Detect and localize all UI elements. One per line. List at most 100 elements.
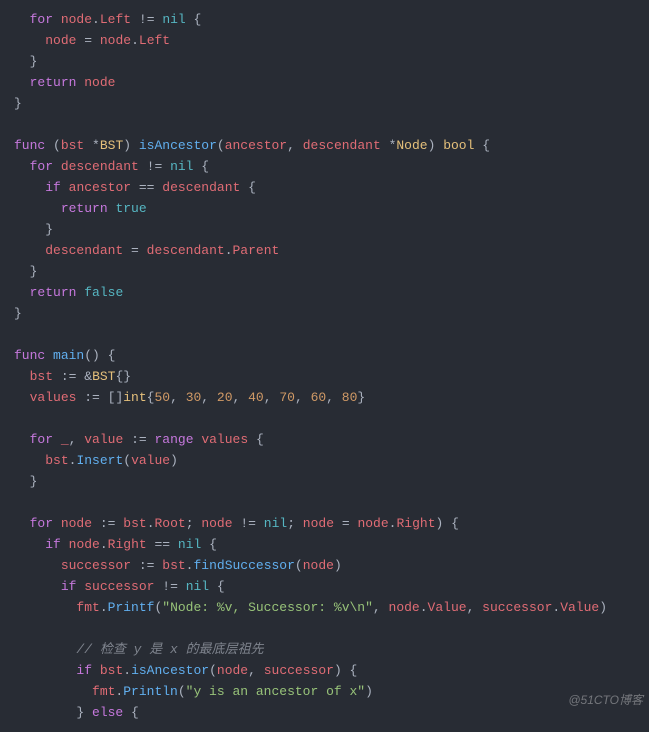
code-token: BST — [100, 138, 123, 153]
code-editor[interactable]: for node.Left != nil { node = node.Left … — [0, 0, 649, 732]
code-token: func — [14, 348, 45, 363]
code-token — [14, 453, 45, 468]
code-token — [53, 369, 61, 384]
code-token: { — [186, 12, 202, 27]
code-token: nil — [178, 537, 201, 552]
code-token: { — [474, 138, 490, 153]
code-token: node — [303, 558, 334, 573]
code-token: successor — [61, 558, 131, 573]
code-token: bst — [123, 516, 146, 531]
code-token: node — [45, 33, 76, 48]
code-token: if — [45, 537, 61, 552]
code-token: := — [61, 369, 77, 384]
code-token: . — [100, 537, 108, 552]
code-token: Right — [396, 516, 435, 531]
code-token — [131, 180, 139, 195]
code-token: for — [30, 432, 53, 447]
code-token — [53, 432, 61, 447]
code-token: ) — [428, 138, 444, 153]
code-token: bst — [61, 138, 84, 153]
code-token: fmt — [92, 684, 115, 699]
code-token: _ — [61, 432, 69, 447]
code-token — [131, 558, 139, 573]
code-token: * — [92, 138, 100, 153]
code-token: 40 — [248, 390, 264, 405]
code-token — [61, 537, 69, 552]
code-token: bst — [45, 453, 68, 468]
code-token: int — [123, 390, 146, 405]
code-token: := — [84, 390, 100, 405]
code-token — [14, 369, 30, 384]
code-token: != — [162, 579, 178, 594]
code-token — [53, 12, 61, 27]
code-token: != — [139, 12, 155, 27]
code-token: nil — [170, 159, 193, 174]
code-token: } — [357, 390, 365, 405]
code-token — [14, 285, 30, 300]
code-token — [381, 138, 389, 153]
code-token — [14, 159, 30, 174]
code-token: 70 — [279, 390, 295, 405]
code-token: = — [84, 33, 92, 48]
code-token — [61, 180, 69, 195]
code-token: } — [14, 705, 92, 720]
code-token: != — [240, 516, 256, 531]
code-token: bool — [443, 138, 474, 153]
code-token — [14, 201, 61, 216]
code-token: nil — [186, 579, 209, 594]
code-token: if — [76, 663, 92, 678]
code-token: { — [123, 705, 139, 720]
code-token — [123, 243, 131, 258]
code-token: 80 — [342, 390, 358, 405]
code-token: descendant — [147, 243, 225, 258]
code-token — [92, 33, 100, 48]
code-token — [14, 33, 45, 48]
code-token — [14, 600, 76, 615]
code-token: ; — [287, 516, 303, 531]
code-token: ) { — [436, 516, 459, 531]
code-token: range — [155, 432, 194, 447]
code-token: ) — [599, 600, 607, 615]
code-token — [92, 516, 100, 531]
code-token: . — [131, 33, 139, 48]
code-token: fmt — [76, 600, 99, 615]
code-token: Right — [108, 537, 147, 552]
code-token: successor — [84, 579, 154, 594]
code-token: , — [264, 390, 280, 405]
code-token: node — [303, 516, 334, 531]
code-token: node — [100, 33, 131, 48]
code-token — [14, 75, 30, 90]
code-token: } — [14, 474, 37, 489]
code-token: isAncestor — [131, 663, 209, 678]
code-token: { — [240, 180, 256, 195]
watermark: @51CTO博客 — [568, 690, 643, 711]
code-token: node — [357, 516, 388, 531]
code-token: nil — [264, 516, 287, 531]
code-token: ( — [295, 558, 303, 573]
code-token: Value — [428, 600, 467, 615]
code-token: {} — [115, 369, 131, 384]
code-token: for — [30, 516, 53, 531]
code-token: ancestor — [69, 180, 131, 195]
code-token: "Node: %v, Successor: %v\n" — [162, 600, 373, 615]
code-token — [14, 537, 45, 552]
code-token: for — [30, 159, 53, 174]
code-token: == — [155, 537, 171, 552]
code-token: { — [201, 537, 217, 552]
code-token — [53, 159, 61, 174]
code-token: { — [248, 432, 264, 447]
code-token: , — [69, 432, 85, 447]
code-token: value — [84, 432, 123, 447]
code-token — [84, 138, 92, 153]
code-token — [14, 432, 30, 447]
code-token: [] — [100, 390, 123, 405]
code-token: ) — [334, 558, 342, 573]
code-token: descendant — [162, 180, 240, 195]
code-token: return — [30, 75, 77, 90]
code-token: . — [420, 600, 428, 615]
code-token: 60 — [311, 390, 327, 405]
code-token: main — [53, 348, 84, 363]
code-token: } — [14, 264, 37, 279]
code-token: bst — [162, 558, 185, 573]
code-token: { — [209, 579, 225, 594]
